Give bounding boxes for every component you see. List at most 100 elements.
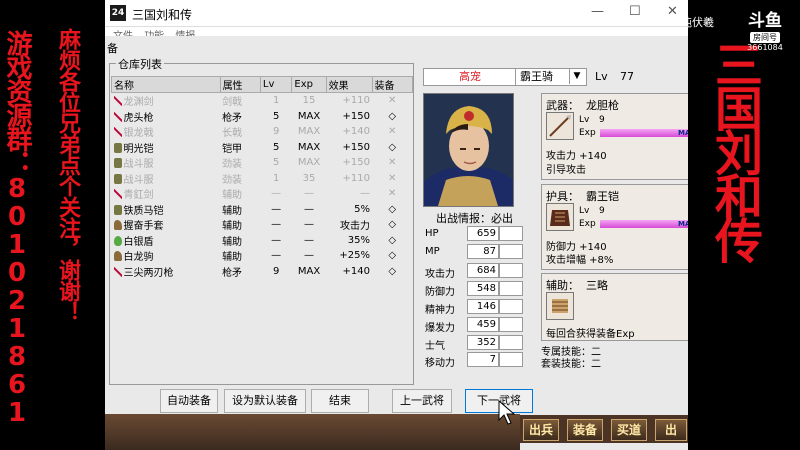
- table-row[interactable]: 龙渊剑 剑戟 1 15 +110 ✕: [112, 93, 413, 109]
- glove-icon: [113, 220, 122, 231]
- spear-icon: [113, 111, 122, 122]
- col-equip[interactable]: 装备: [371, 76, 413, 93]
- item-equip-status[interactable]: ◇: [372, 248, 413, 264]
- armor-lv-label: Lv: [579, 206, 590, 216]
- item-lv: 9: [272, 126, 280, 138]
- table-row[interactable]: 青釭剑 辅助 — — — ✕: [112, 186, 413, 202]
- warehouse-table: 名称 属性 Lv Exp 效果 装备 龙渊剑 剑戟 1 15 +110 ✕ 虎头枪 枪矛 5 MA…: [111, 76, 413, 279]
- item-name-cell: 银龙戟: [112, 124, 221, 140]
- weapon-exp-label: Exp: [579, 128, 596, 138]
- stat-label-morale: 士气: [425, 341, 445, 352]
- maximize-button[interactable]: ☐: [629, 4, 641, 19]
- weapon-label: 武器：: [546, 99, 579, 112]
- prev-general-button[interactable]: 上一武将: [392, 389, 452, 413]
- item-name-cell: 明光铠: [112, 140, 221, 156]
- stat-extra-box: [499, 263, 523, 278]
- stat-label-spirit: 精神力: [425, 305, 455, 316]
- item-attr: 辅助: [222, 252, 243, 264]
- item-name-cell: 青釭剑: [112, 186, 221, 202]
- item-lv: —: [271, 219, 282, 231]
- table-row[interactable]: 白银盾 辅助 — — 35% ◇: [112, 233, 413, 249]
- stat-extra-box: [499, 226, 523, 241]
- item-attr: 枪矛: [222, 267, 243, 279]
- table-row[interactable]: 银龙戟 长戟 9 MAX +140 ✕: [112, 124, 413, 140]
- col-name[interactable]: 名称: [111, 76, 221, 93]
- stat-extra-box: [499, 317, 523, 332]
- table-row[interactable]: 握奋手套 辅助 — — 攻击力 ◇: [112, 217, 413, 233]
- item-exp: —: [304, 234, 315, 246]
- item-effect: 5%: [354, 203, 370, 215]
- shield-icon: [113, 235, 122, 246]
- cmd-buy[interactable]: 买道: [611, 419, 647, 441]
- item-name-cell: 战斗服: [112, 155, 221, 171]
- item-attr: 劲装: [222, 159, 243, 171]
- item-equip-status[interactable]: ◇: [372, 202, 413, 218]
- item-equip-status[interactable]: ✕: [372, 93, 413, 109]
- mouse-cursor-icon: [498, 399, 516, 429]
- item-exp: MAX: [297, 141, 321, 153]
- minimize-button[interactable]: —: [591, 4, 604, 19]
- table-row[interactable]: 三尖两刃枪 枪矛 9 MAX +140 ◇: [112, 264, 413, 280]
- item-exp: —: [304, 250, 315, 262]
- item-attr: 辅助: [222, 221, 243, 233]
- item-equip-status[interactable]: ◇: [372, 264, 413, 280]
- close-button[interactable]: ✕: [667, 4, 678, 19]
- item-name-cell: 三尖两刃枪: [112, 264, 221, 280]
- aux-panel[interactable]: 辅助： 三略 每回合获得装备Exp: [541, 273, 688, 341]
- aux-effect: 每回合获得装备Exp: [546, 329, 635, 340]
- stat-value-morale: 352: [467, 335, 499, 350]
- general-portrait: [423, 93, 514, 207]
- armor-panel[interactable]: 护具： 霸王铠 Lv 9 Exp MA 防御力 +140 攻击增幅 +8%: [541, 184, 688, 270]
- weapon-exp-bar: [600, 129, 688, 137]
- item-equip-status[interactable]: ✕: [372, 124, 413, 140]
- sword-icon: [113, 189, 122, 200]
- stat-label-mp: MP: [425, 246, 440, 257]
- table-row[interactable]: 明光铠 铠甲 5 MAX +150 ◇: [112, 140, 413, 156]
- sword-icon: [113, 96, 122, 107]
- finish-button[interactable]: 结束: [311, 389, 369, 413]
- table-row[interactable]: 白龙驹 辅助 — — +25% ◇: [112, 248, 413, 264]
- item-lv: —: [271, 234, 282, 246]
- item-exp: MAX: [297, 126, 321, 138]
- col-effect[interactable]: 效果: [325, 76, 373, 93]
- item-name: 银龙戟: [123, 128, 154, 140]
- weapon-panel[interactable]: 武器： 龙胆枪 Lv 9 Exp MA 攻击力 +140 引导攻击: [541, 93, 688, 180]
- armor-skill: 攻击增幅 +8%: [546, 255, 614, 266]
- item-effect: —: [360, 188, 370, 200]
- item-name: 三尖两刃枪: [123, 267, 174, 279]
- item-equip-status[interactable]: ◇: [372, 217, 413, 233]
- item-equip-status[interactable]: ◇: [372, 140, 413, 156]
- item-equip-status[interactable]: ◇: [372, 109, 413, 125]
- cmd-equip[interactable]: 装备: [567, 419, 603, 441]
- set-default-equip-button[interactable]: 设为默认装备: [224, 389, 306, 413]
- cmd-deploy[interactable]: 出兵: [523, 419, 559, 441]
- table-row[interactable]: 铁质马铠 辅助 — — 5% ◇: [112, 202, 413, 218]
- col-lv[interactable]: Lv: [259, 76, 293, 93]
- stat-extra-box: [499, 299, 523, 314]
- item-equip-status[interactable]: ✕: [372, 155, 413, 171]
- col-attr[interactable]: 属性: [219, 76, 261, 93]
- item-attr: 长戟: [222, 128, 243, 140]
- item-attr: 铠甲: [222, 143, 243, 155]
- table-row[interactable]: 战斗服 劲装 1 35 +110 ✕: [112, 171, 413, 187]
- chevron-down-icon[interactable]: ▼: [569, 68, 584, 84]
- item-equip-status[interactable]: ◇: [372, 233, 413, 249]
- cmd-out[interactable]: 出: [655, 419, 687, 441]
- armor-lv: 9: [599, 206, 605, 216]
- game-title-overlay: 三国刘和传: [706, 40, 762, 260]
- auto-equip-button[interactable]: 自动装备: [160, 389, 218, 413]
- scroll-icon: [546, 292, 574, 320]
- item-lv: 9: [272, 265, 280, 277]
- item-lv: —: [271, 203, 282, 215]
- item-attr: 辅助: [222, 205, 243, 217]
- title-bar: 24 三国刘和传 — ☐ ✕: [105, 0, 688, 27]
- table-row[interactable]: 战斗服 劲装 5 MAX +150 ✕: [112, 155, 413, 171]
- stat-label-burst: 爆发力: [425, 323, 455, 334]
- col-exp[interactable]: Exp: [291, 76, 327, 93]
- game-scene: [105, 414, 520, 450]
- item-equip-status[interactable]: ✕: [372, 171, 413, 187]
- item-lv: 5: [272, 157, 280, 169]
- table-row[interactable]: 虎头枪 枪矛 5 MAX +150 ◇: [112, 109, 413, 125]
- weapon-name: 龙胆枪: [586, 99, 619, 112]
- item-equip-status[interactable]: ✕: [372, 186, 413, 202]
